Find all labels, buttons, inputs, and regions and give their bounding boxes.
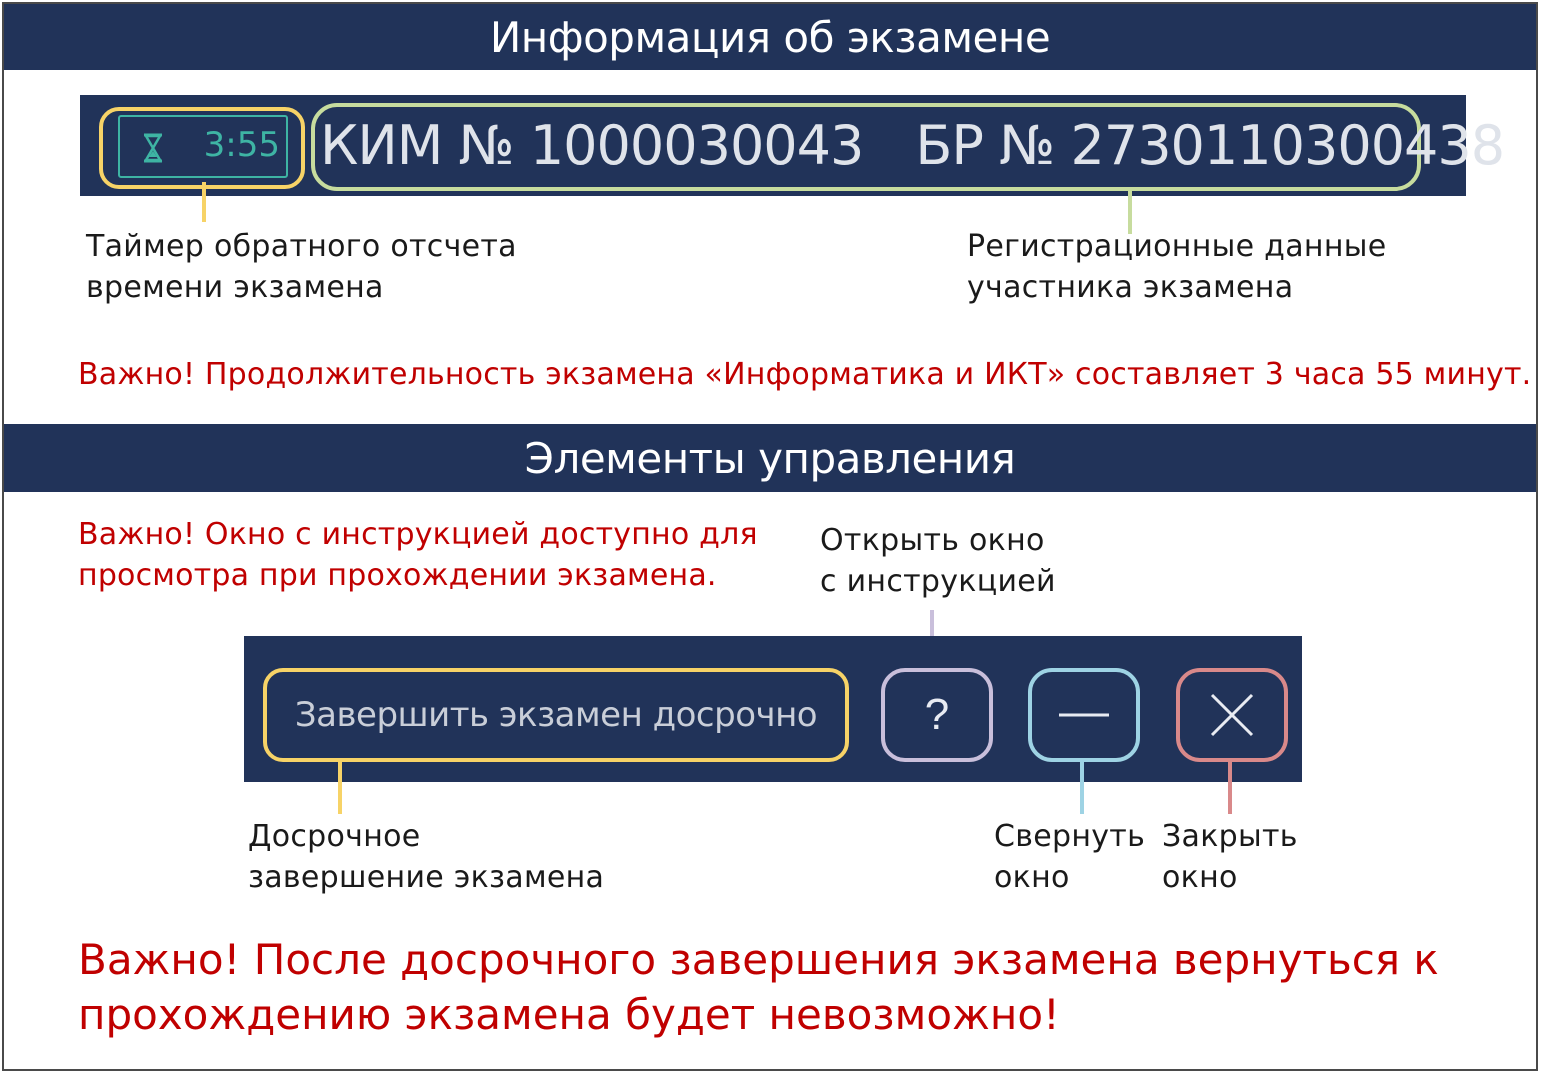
open-instructions-caption: Открыть окно с инструкцией	[820, 523, 1056, 599]
exam-info-bar: 3:55 КИМ № 1000030043 БР № 2730110300438	[80, 95, 1505, 196]
timer-caption: Таймер обратного отсчета времени экзамен…	[86, 229, 517, 305]
instructions-warning: Важно! Окно с инструкцией доступно для п…	[78, 517, 758, 593]
br-number: БР № 2730110300438	[915, 114, 1505, 177]
registration-caption: Регистрационные данные участника экзамен…	[967, 229, 1387, 305]
timer-value: 3:55	[203, 125, 280, 165]
close-caption: Закрыть окно	[1162, 819, 1298, 895]
registration-data: КИМ № 1000030043 БР № 2730110300438	[320, 113, 1505, 179]
question-icon: ?	[924, 690, 950, 739]
kim-number: КИМ № 1000030043	[320, 114, 864, 177]
duration-warning: Важно! Продолжительность экзамена «Инфор…	[78, 357, 1532, 392]
close-connector	[1228, 758, 1232, 814]
finish-early-caption: Досрочное завершение экзамена	[248, 819, 605, 895]
finish-connector	[338, 758, 342, 814]
hourglass-icon	[143, 133, 163, 163]
controls-header: Элементы управления	[4, 424, 1536, 492]
minimize-button[interactable]	[1028, 668, 1140, 762]
minimize-caption: Свернуть окно	[994, 819, 1146, 895]
finish-early-button[interactable]: Завершить экзамен досрочно	[263, 668, 849, 762]
minimize-connector	[1080, 758, 1084, 814]
help-button[interactable]: ?	[881, 668, 993, 762]
no-return-warning: Важно! После досрочного завершения экзам…	[78, 935, 1439, 1039]
control-bar: Завершить экзамен досрочно ?	[244, 636, 1302, 782]
minus-icon	[1059, 713, 1109, 717]
close-button[interactable]	[1176, 668, 1288, 762]
exam-info-header: Информация об экзамене	[4, 4, 1536, 70]
timer-connector	[202, 182, 206, 222]
instruction-sheet: Информация об экзамене 3:55 КИМ № 100003…	[2, 2, 1538, 1071]
x-icon	[1210, 693, 1254, 737]
